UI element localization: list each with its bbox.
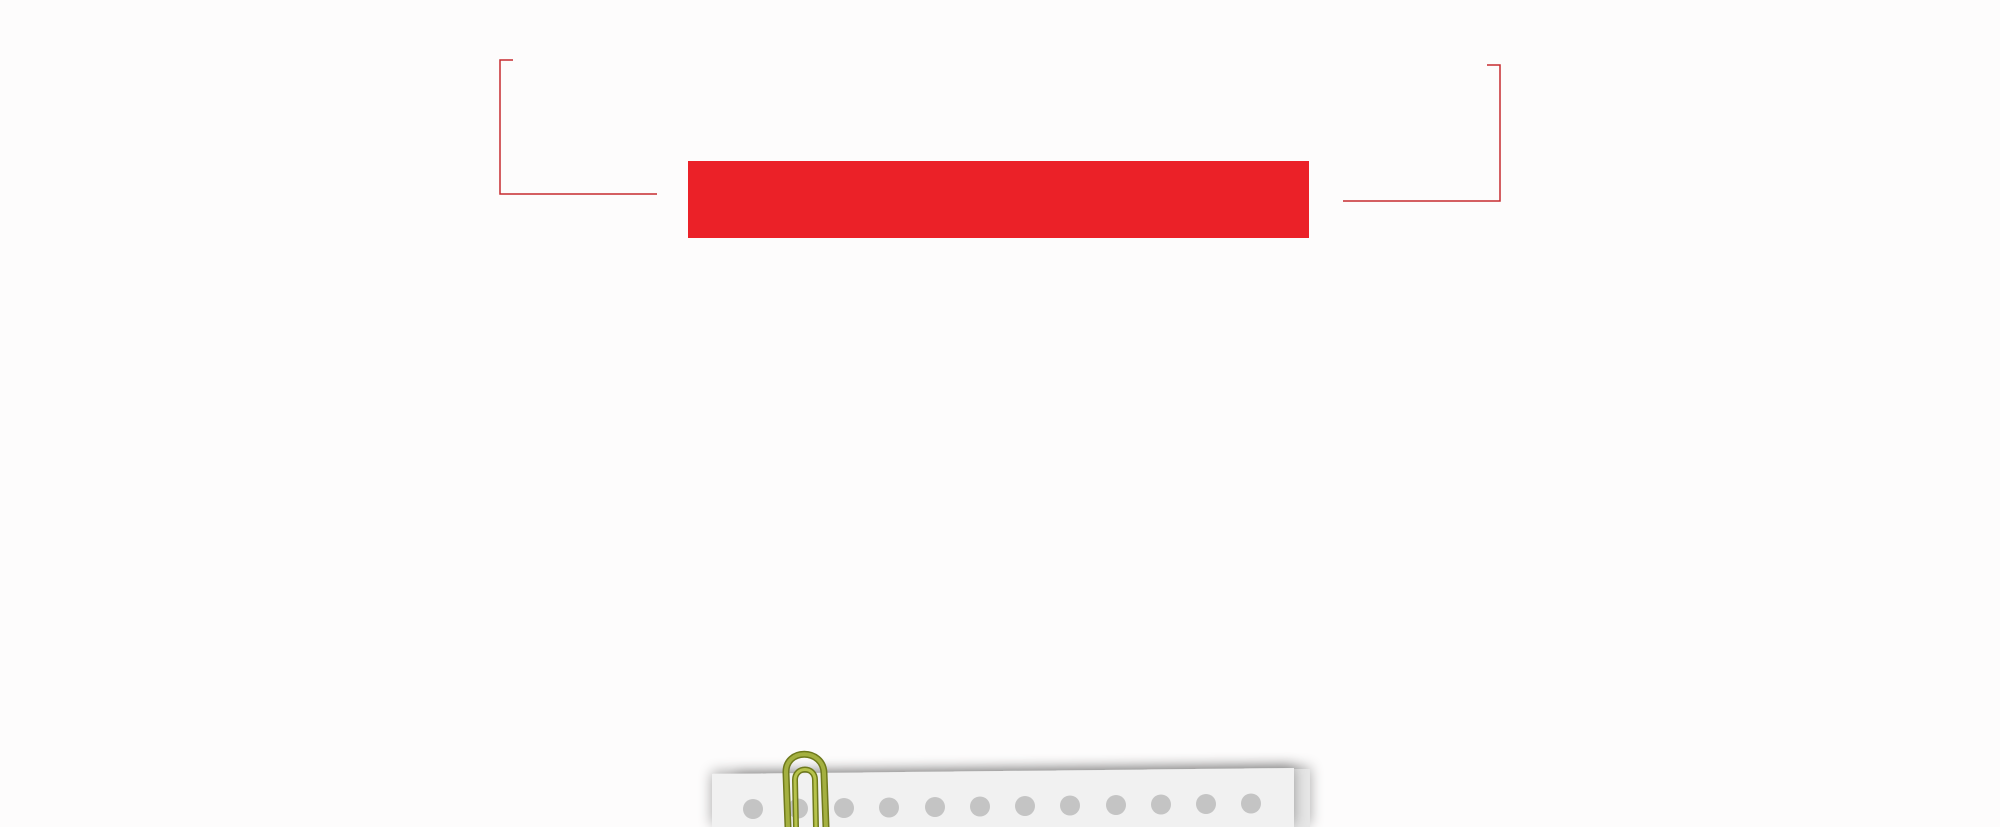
corner-bracket-right — [1343, 64, 1501, 202]
slide-canvas — [0, 0, 2000, 827]
notebook-paper-icon — [712, 750, 1310, 827]
title-banner — [688, 161, 1309, 238]
corner-bracket-left — [499, 59, 657, 195]
